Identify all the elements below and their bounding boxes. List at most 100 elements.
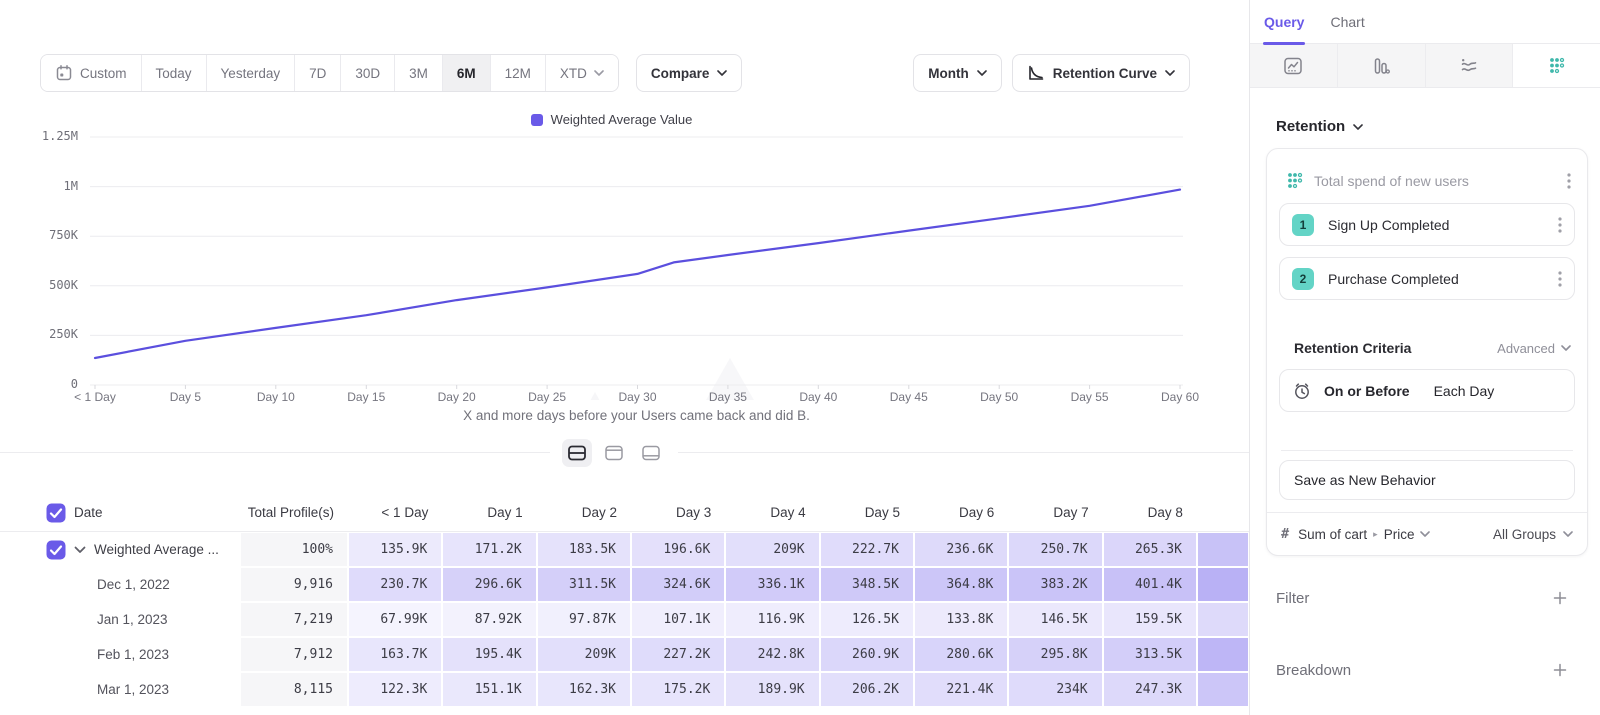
x-tick-label: Day 35 [683,390,773,404]
expand-chevron-icon[interactable] [74,546,86,554]
range-custom[interactable]: Custom [41,55,142,91]
range-xtd[interactable]: XTD [546,55,618,91]
retention-icon [1547,56,1567,76]
retention-value-cell: 209K [537,637,631,672]
toolbar-right: Month Retention Curve [913,54,1190,92]
x-tick-label: Day 50 [954,390,1044,404]
x-tick-label: Day 25 [502,390,592,404]
tile-insights[interactable] [1250,44,1338,87]
number-property-icon: # [1281,526,1289,542]
funnels-icon [1371,56,1391,76]
layout-table-bottom-button[interactable] [636,439,666,467]
retention-value-cell: 311.5K [537,567,631,602]
report-type-selector[interactable]: Retention [1276,118,1600,135]
header-total-profiles: Total Profile(s) [240,494,348,531]
range-3m[interactable]: 3M [395,55,443,91]
range-30d[interactable]: 30D [341,55,395,91]
layout-chart-top-button[interactable] [599,439,629,467]
table-row[interactable]: Mar 1, 20238,115122.3K151.1K162.3K175.2K… [0,672,1249,707]
kebab-menu-icon[interactable] [1567,172,1571,190]
table-row[interactable]: Weighted Average ...100%135.9K171.2K183.… [0,532,1249,567]
range-label: Yesterday [221,66,281,81]
measure-property-label: Sum of cart [1298,527,1367,542]
tab-chart[interactable]: Chart [1330,14,1364,30]
behavior-title: Total spend of new users [1314,173,1557,189]
retention-value-cell: 122.3K [348,672,442,707]
plus-icon[interactable] [1552,590,1568,606]
save-behavior-button[interactable]: Save as New Behavior [1279,460,1575,500]
range-today[interactable]: Today [142,55,207,91]
retention-icon [1285,171,1304,190]
row-checkbox[interactable] [46,540,66,560]
card-divider [1281,450,1573,451]
tile-funnels[interactable] [1338,44,1426,87]
total-profiles-cell: 7,219 [240,602,348,637]
table-row[interactable]: Feb 1, 20237,912163.7K195.4K209K227.2K24… [0,637,1249,672]
criteria-mode-dropdown[interactable]: Advanced [1497,341,1571,356]
retention-value-cell: 183.5K [537,532,631,567]
behavior-step[interactable]: 1Sign Up Completed [1279,203,1575,246]
select-all-checkbox[interactable] [46,503,66,523]
retention-value-cell: 162.3K [537,672,631,707]
chart-caption: X and more days before your Users came b… [90,408,1183,423]
behavior-header: Total spend of new users [1279,161,1575,192]
chevron-down-icon [977,70,987,76]
total-profiles-cell: 9,916 [240,567,348,602]
retention-value-cell: 171.2K [442,532,536,567]
layout-chart-top-icon [604,444,624,462]
header-day-cell: Day 8 [1103,494,1197,531]
retention-value-cell: 87.92K [442,602,536,637]
table-row[interactable]: Jan 1, 20237,21967.99K87.92K97.87K107.1K… [0,602,1249,637]
chart-type-button[interactable]: Retention Curve [1012,54,1190,92]
criteria-window-row[interactable]: On or Before Each Day [1279,369,1575,412]
row-label-cell: Feb 1, 2023 [0,637,240,672]
range-yesterday[interactable]: Yesterday [207,55,296,91]
granularity-label: Month [928,66,968,81]
range-7d[interactable]: 7D [295,55,341,91]
breakdown-label: Breakdown [1276,662,1552,679]
date-range-picker: CustomToday Yesterday 7D30D3M6M12MXTD [40,54,619,92]
tab-query[interactable]: Query [1264,14,1304,30]
chevron-down-icon [594,70,604,76]
y-tick-label: 0 [0,377,78,391]
chart-legend[interactable]: Weighted Average Value [0,112,1223,127]
retention-value-cell: 230.7K [348,567,442,602]
layout-table-bottom-icon [641,444,661,462]
retention-criteria-row: Retention Criteria Advanced [1279,340,1575,356]
retention-value-cell: 265.3K [1103,532,1197,567]
range-12m[interactable]: 12M [491,55,546,91]
kebab-menu-icon[interactable] [1558,216,1562,234]
header-day-cell: Day 6 [914,494,1008,531]
measure-property-dropdown[interactable]: Sum of cart ▸ Price [1298,527,1430,542]
on-or-before-label: On or Before [1324,383,1410,399]
chevron-down-icon [1561,345,1571,351]
tile-retention[interactable] [1513,44,1600,87]
breakdown-section[interactable]: Breakdown [1250,650,1600,690]
tile-flows[interactable] [1426,44,1514,87]
table-row[interactable]: Dec 1, 20229,916230.7K296.6K311.5K324.6K… [0,567,1249,602]
range-6m[interactable]: 6M [443,55,491,91]
group-selector-dropdown[interactable]: All Groups [1493,527,1573,542]
retention-value-cell: 227.2K [631,637,725,672]
x-tick-label: Day 45 [864,390,954,404]
filter-section[interactable]: Filter [1250,578,1600,618]
behavior-card: Total spend of new users 1Sign Up Comple… [1266,148,1588,556]
plus-icon[interactable] [1552,662,1568,678]
clipped-value-cell [1197,567,1249,602]
granularity-button[interactable]: Month [913,54,1001,92]
filter-label: Filter [1276,590,1552,607]
compare-button[interactable]: Compare [636,54,743,92]
retention-value-cell: 280.6K [914,637,1008,672]
chevron-down-icon [717,70,727,76]
retention-value-cell: 222.7K [820,532,914,567]
step-label: Sign Up Completed [1328,217,1544,233]
retention-report-app: { "colors": { "accent_purple": "#6A5AE8"… [0,0,1600,715]
active-tab-underline [1263,42,1305,45]
retention-value-cell: 295.8K [1008,637,1102,672]
row-label-cell: Jan 1, 2023 [0,602,240,637]
measure-subproperty-label: Price [1384,527,1415,542]
layout-split-button[interactable] [562,439,592,467]
kebab-menu-icon[interactable] [1558,270,1562,288]
retention-value-cell: 364.8K [914,567,1008,602]
behavior-step[interactable]: 2Purchase Completed [1279,257,1575,300]
